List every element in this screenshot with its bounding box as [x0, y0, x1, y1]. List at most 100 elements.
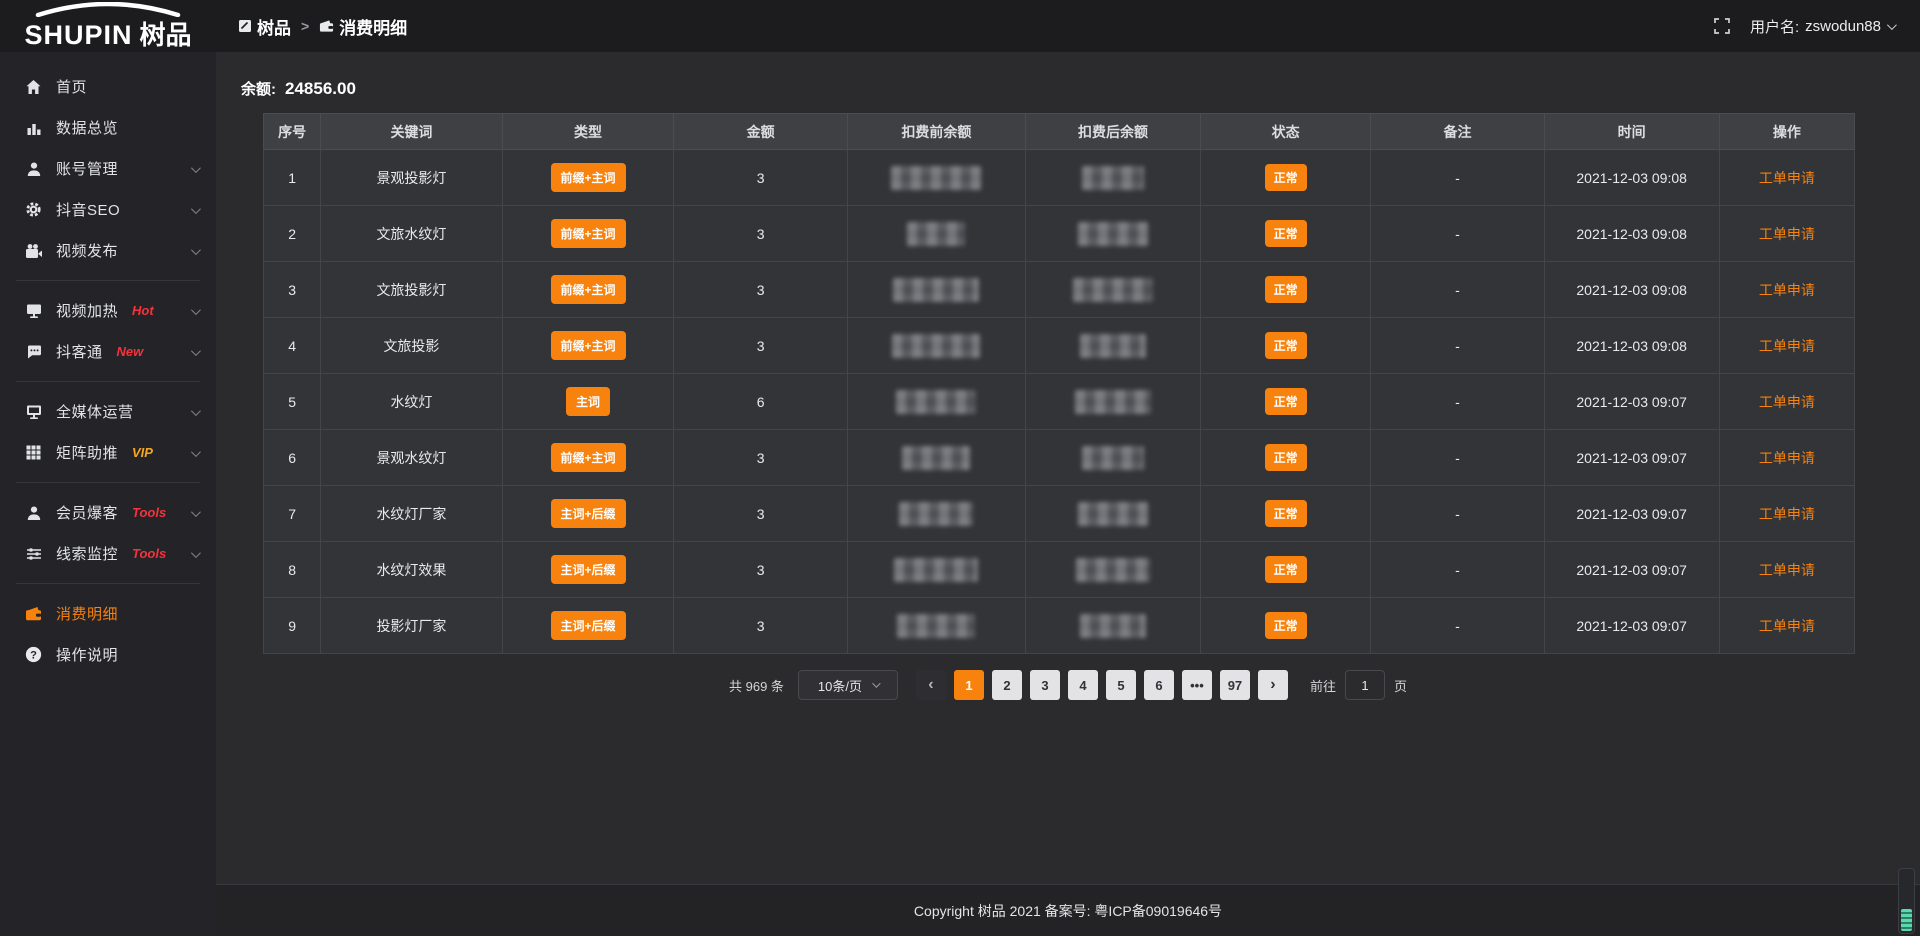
fullscreen-icon[interactable] [1714, 18, 1730, 34]
prev-page-button[interactable]: ‹ [916, 670, 946, 700]
col-balance-after: 扣费后余额 [1026, 114, 1201, 150]
bar-chart-icon [24, 120, 43, 136]
col-action: 操作 [1719, 114, 1854, 150]
col-status: 状态 [1201, 114, 1371, 150]
table-header-row: 序号 关键词 类型 金额 扣费前余额 扣费后余额 状态 备注 时间 操作 [264, 114, 1855, 150]
work-order-link[interactable]: 工单申请 [1759, 394, 1815, 410]
sidebar-item-clue-monitor[interactable]: 线索监控 Tools [0, 533, 216, 574]
sidebar-item-all-media-operation[interactable]: 全媒体运营 [0, 391, 216, 432]
breadcrumb-label: 消费明细 [339, 14, 407, 39]
sidebar-item-label: 首页 [56, 76, 87, 97]
masked-balance-after [1082, 446, 1144, 470]
table-row: 4 文旅投影 前缀+主词 3 正常 - 2021-12-03 09:08 工单申… [264, 318, 1855, 374]
keyword-cell: 景观水纹灯 [321, 430, 502, 486]
sidebar-item-label: 账号管理 [56, 158, 118, 179]
sidebar-item-label: 数据总览 [56, 117, 118, 138]
sidebar-item-matrix-boost[interactable]: 矩阵助推 VIP [0, 432, 216, 473]
breadcrumb-item-home[interactable]: 树品 [238, 14, 291, 39]
app-logo[interactable]: SHUPIN 树品 [0, 0, 216, 52]
page-button-97[interactable]: 97 [1220, 670, 1250, 700]
user-icon [24, 161, 43, 177]
page-button-2[interactable]: 2 [992, 670, 1022, 700]
amount-cell: 3 [674, 598, 847, 654]
user-menu[interactable]: 用户名: zswodun88 [1750, 16, 1894, 37]
keyword-cell: 文旅投影灯 [321, 262, 502, 318]
chevron-down-icon [1887, 20, 1897, 30]
sidebar-item-video-heating[interactable]: 视频加热 Hot [0, 290, 216, 331]
status-badge: 正常 [1265, 612, 1307, 639]
masked-balance-before [907, 222, 965, 246]
username-label: 用户名: [1750, 16, 1799, 37]
masked-balance-before [891, 166, 981, 190]
amount-cell: 3 [674, 542, 847, 598]
status-badge: 正常 [1265, 164, 1307, 191]
masked-balance-before [902, 446, 970, 470]
page-button-6[interactable]: 6 [1144, 670, 1174, 700]
row-index: 7 [264, 486, 321, 542]
time-cell: 2021-12-03 09:07 [1544, 430, 1719, 486]
page-size-select[interactable]: 10条/页 [798, 670, 898, 700]
page-button-5[interactable]: 5 [1106, 670, 1136, 700]
type-badge: 主词+后缀 [551, 611, 626, 640]
time-cell: 2021-12-03 09:08 [1544, 262, 1719, 318]
total-count: 共 969 条 [729, 676, 784, 695]
sidebar-item-consumption-details[interactable]: 消费明细 [0, 593, 216, 634]
status-badge: 正常 [1265, 500, 1307, 527]
sidebar-item-label: 视频发布 [56, 240, 118, 261]
remark-cell: - [1371, 486, 1544, 542]
next-page-button[interactable]: › [1258, 670, 1288, 700]
amount-cell: 3 [674, 206, 847, 262]
chevron-down-icon [191, 545, 198, 563]
sidebar-item-instructions[interactable]: ? 操作说明 [0, 634, 216, 675]
sidebar-item-video-publish[interactable]: 视频发布 [0, 230, 216, 271]
more-pages-button[interactable]: ••• [1182, 670, 1212, 700]
work-order-link[interactable]: 工单申请 [1759, 618, 1815, 634]
sidebar-item-data-overview[interactable]: 数据总览 [0, 107, 216, 148]
amount-cell: 3 [674, 150, 847, 206]
sidebar-divider [16, 583, 200, 584]
page-button-4[interactable]: 4 [1068, 670, 1098, 700]
tools-badge: Tools [132, 505, 166, 520]
work-order-link[interactable]: 工单申请 [1759, 170, 1815, 186]
time-cell: 2021-12-03 09:08 [1544, 150, 1719, 206]
masked-balance-after [1075, 390, 1151, 414]
sidebar-item-label: 抖客通 [56, 341, 103, 362]
chevron-down-icon [191, 504, 198, 522]
work-order-link[interactable]: 工单申请 [1759, 450, 1815, 466]
masked-balance-before [893, 278, 979, 302]
work-order-link[interactable]: 工单申请 [1759, 562, 1815, 578]
sidebar-item-label: 抖音SEO [56, 199, 120, 220]
table-row: 3 文旅投影灯 前缀+主词 3 正常 - 2021-12-03 09:08 工单… [264, 262, 1855, 318]
remark-cell: - [1371, 598, 1544, 654]
work-order-link[interactable]: 工单申请 [1759, 338, 1815, 354]
time-cell: 2021-12-03 09:07 [1544, 598, 1719, 654]
chevron-down-icon [191, 444, 198, 462]
goto-label: 前往 [1310, 676, 1336, 695]
remark-cell: - [1371, 374, 1544, 430]
work-order-link[interactable]: 工单申请 [1759, 282, 1815, 298]
breadcrumb-item-current[interactable]: 消费明细 [319, 14, 407, 39]
table-row: 5 水纹灯 主词 6 正常 - 2021-12-03 09:07 工单申请 [264, 374, 1855, 430]
keyword-cell: 水纹灯效果 [321, 542, 502, 598]
chevron-down-icon [191, 403, 198, 421]
page-button-3[interactable]: 3 [1030, 670, 1060, 700]
footer: Copyright 树品 2021 备案号: 粤ICP备09019646号 [216, 884, 1920, 936]
col-time: 时间 [1544, 114, 1719, 150]
col-balance-before: 扣费前余额 [847, 114, 1025, 150]
status-badge: 正常 [1265, 556, 1307, 583]
status-badge: 正常 [1265, 220, 1307, 247]
scrollbar-widget[interactable] [1898, 868, 1915, 934]
work-order-link[interactable]: 工单申请 [1759, 226, 1815, 242]
work-order-link[interactable]: 工单申请 [1759, 506, 1815, 522]
goto-page-input[interactable] [1345, 670, 1385, 700]
sidebar-item-douyin-seo[interactable]: 抖音SEO [0, 189, 216, 230]
sidebar-item-member-baoke[interactable]: 会员爆客 Tools [0, 492, 216, 533]
sidebar-item-home[interactable]: 首页 [0, 66, 216, 107]
sidebar-item-douketong[interactable]: 抖客通 New [0, 331, 216, 372]
sidebar-item-account-management[interactable]: 账号管理 [0, 148, 216, 189]
type-badge: 前缀+主词 [551, 443, 626, 472]
chevron-down-icon [191, 160, 198, 178]
sidebar-item-label: 操作说明 [56, 644, 118, 665]
page-button-1[interactable]: 1 [954, 670, 984, 700]
remark-cell: - [1371, 262, 1544, 318]
